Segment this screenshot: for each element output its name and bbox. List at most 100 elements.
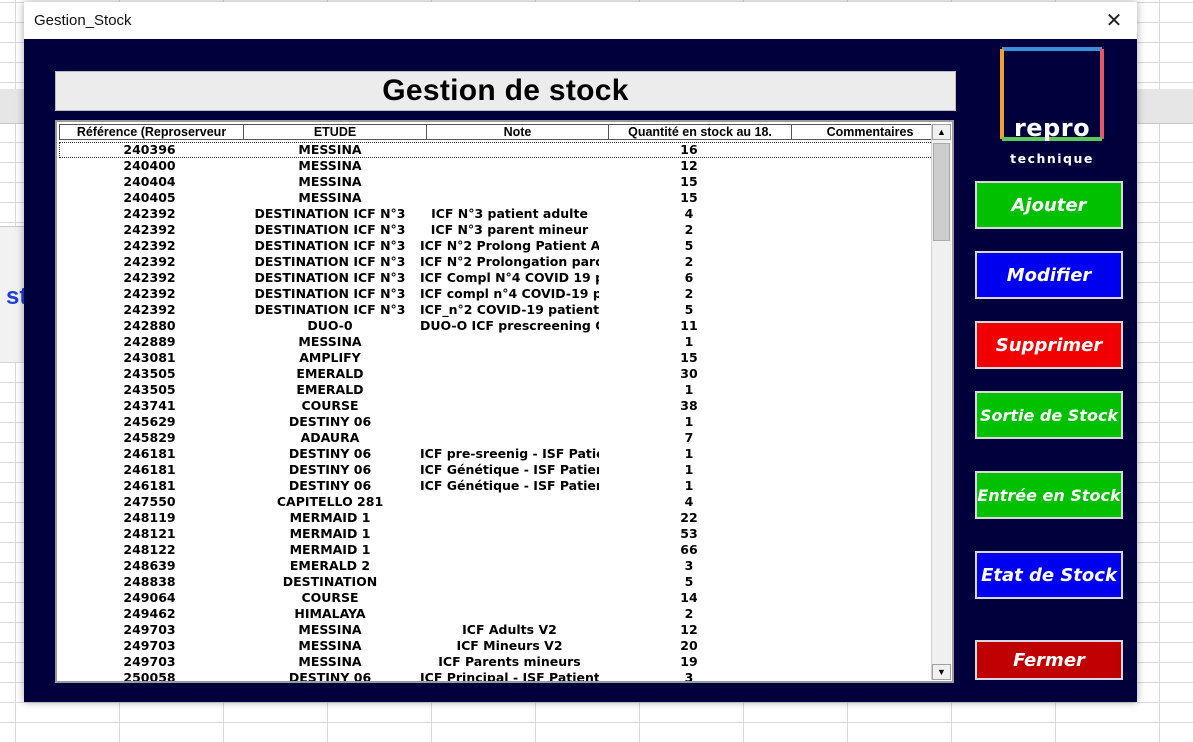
table-row[interactable]: 248121 MERMAID 1 53 [59,526,933,542]
cell-quantite: 53 [680,526,698,541]
cell-quantite: 12 [680,158,698,173]
cell-commentaires [779,462,933,478]
cell-quantite: 14 [680,590,698,605]
ajouter-button[interactable]: Ajouter [975,181,1123,229]
etat-de-stock-button[interactable]: Etat de Stock [975,551,1123,599]
table-row[interactable]: 242392 DESTINATION ICF N°3 ICF N°3 parent … [59,222,933,238]
entree-en-stock-button[interactable]: Entrée en Stock [975,471,1123,519]
table-row[interactable]: 246181 DESTINY 06 ICF pre-sreenig - ISF Pa… [59,446,933,462]
cell-commentaires [779,398,933,414]
cell-note: ICF pre-sreenig - ISF Patie [420,446,599,461]
cell-etude: MESSINA [298,622,362,637]
dialog-body: Gestion de stock Référence (Reproserveur… [24,39,1137,702]
cell-note: ICF Génétique - ISF Patien [420,478,599,493]
sortie-de-stock-button[interactable]: Sortie de Stock [975,391,1123,439]
vertical-scrollbar[interactable]: ▲ ▼ [931,124,951,680]
cell-quantite: 3 [684,670,694,683]
table-row[interactable]: 248119 MERMAID 1 22 [59,510,933,526]
cell-note [420,430,599,446]
table-row[interactable]: 240404 MESSINA 15 [59,174,933,190]
table-row[interactable]: 242392 DESTINATION ICF N°3 ICF compl n°4 C… [59,286,933,302]
table-row[interactable]: 249064 COURSE 14 [59,590,933,606]
cell-commentaires [779,286,933,302]
cell-etude: MERMAID 1 [289,526,371,541]
cell-reference: 249064 [123,590,176,605]
cell-quantite: 66 [680,542,698,557]
table-row[interactable]: 247550 CAPITELLO 281 4 [59,494,933,510]
cell-quantite: 16 [680,142,698,157]
table-row[interactable]: 243741 COURSE 38 [59,398,933,414]
table-row[interactable]: 246181 DESTINY 06 ICF Génétique - ISF Pati… [59,462,933,478]
cell-etude: COURSE [301,398,359,413]
table-row[interactable]: 246181 DESTINY 06 ICF Génétique - ISF Pati… [59,478,933,494]
cell-quantite: 1 [684,478,694,493]
table-row[interactable]: 242392 DESTINATION ICF N°3 ICF N°2 Prolong… [59,254,933,270]
cell-etude: EMERALD [296,366,364,381]
cell-commentaires [779,526,933,542]
cell-etude: DUO-0 [307,318,353,333]
table-row[interactable]: 243505 EMERALD 30 [59,366,933,382]
cell-commentaires [779,606,933,622]
cell-etude: MESSINA [298,190,362,205]
table-row[interactable]: 242392 DESTINATION ICF N°3 ICF N°3 patient… [59,206,933,222]
cell-note [420,606,599,622]
table-row[interactable]: 242889 MESSINA 1 [59,334,933,350]
title-bar[interactable]: Gestion_Stock ✕ [24,2,1137,39]
table-row[interactable]: 245629 DESTINY 06 1 [59,414,933,430]
cell-reference: 249703 [123,654,176,669]
modifier-button[interactable]: Modifier [975,251,1123,299]
cell-etude: MERMAID 1 [289,542,371,557]
supprimer-button[interactable]: Supprimer [975,321,1123,369]
cell-reference: 248122 [123,542,176,557]
cell-reference: 248838 [123,574,176,589]
cell-commentaires [779,366,933,382]
cell-etude: MESSINA [298,158,362,173]
cell-commentaires [779,382,933,398]
table-row[interactable]: 248639 EMERALD 2 3 [59,558,933,574]
column-header-reference: Référence (Reproserveur [59,124,244,140]
table-row[interactable]: 243505 EMERALD 1 [59,382,933,398]
cell-commentaires [779,158,933,174]
table-row[interactable]: 240405 MESSINA 15 [59,190,933,206]
table-row[interactable]: 240400 MESSINA 12 [59,158,933,174]
table-row[interactable]: 242392 DESTINATION ICF N°3 ICF N°2 Prolong… [59,238,933,254]
table-row[interactable]: 249703 MESSINA ICF Adults V2 12 [59,622,933,638]
cell-reference: 248639 [123,558,176,573]
cell-commentaires [779,622,933,638]
table-row[interactable]: 249703 MESSINA ICF Mineurs V2 20 [59,638,933,654]
cell-reference: 240405 [123,190,176,205]
cell-note: ICF Adults V2 [462,622,557,637]
close-icon[interactable]: ✕ [1091,2,1137,39]
fermer-button[interactable]: Fermer [975,640,1123,680]
table-row[interactable]: 249462 HIMALAYA 2 [59,606,933,622]
scroll-up-arrow-icon[interactable]: ▲ [932,124,951,140]
cell-quantite: 7 [684,430,694,445]
table-row[interactable]: 242392 DESTINATION ICF N°3 ICF_n°2 COVID-1… [59,302,933,318]
stock-listbox[interactable]: Référence (Reproserveur ETUDE Note Quant… [55,120,954,683]
cell-note [420,190,599,206]
cell-quantite: 12 [680,622,698,637]
cell-commentaires [779,590,933,606]
table-row[interactable]: 245829 ADAURA 7 [59,430,933,446]
cell-note: ICF Génétique - ISF Patien [420,462,599,477]
cell-etude: ADAURA [300,430,360,445]
cell-etude: DESTINY 06 [288,446,372,461]
table-row[interactable]: 242392 DESTINATION ICF N°3 ICF Compl N°4 C… [59,270,933,286]
table-row[interactable]: 249703 MESSINA ICF Parents mineurs 19 [59,654,933,670]
cell-note [420,398,599,414]
scroll-down-arrow-icon[interactable]: ▼ [932,664,951,680]
table-rows: 240396 MESSINA 16 240400 MESSINA 12 240404 MESS… [59,142,933,683]
table-row[interactable]: 248122 MERMAID 1 66 [59,542,933,558]
cell-commentaires [779,334,933,350]
cell-commentaires [779,654,933,670]
cell-commentaires [779,318,933,334]
table-row[interactable]: 240396 MESSINA 16 [59,142,933,158]
cell-commentaires [779,478,933,494]
cell-etude: MESSINA [298,174,362,189]
table-row[interactable]: 242880 DUO-0 DUO-O ICF prescreening CS 11 [59,318,933,334]
table-row[interactable]: 248838 DESTINATION 5 [59,574,933,590]
scrollbar-thumb[interactable] [933,143,950,241]
table-row[interactable]: 243081 AMPLIFY 15 [59,350,933,366]
cell-note [420,414,599,430]
table-row[interactable]: 250058 DESTINY 06 ICF Principal - ISF Pati… [59,670,933,683]
